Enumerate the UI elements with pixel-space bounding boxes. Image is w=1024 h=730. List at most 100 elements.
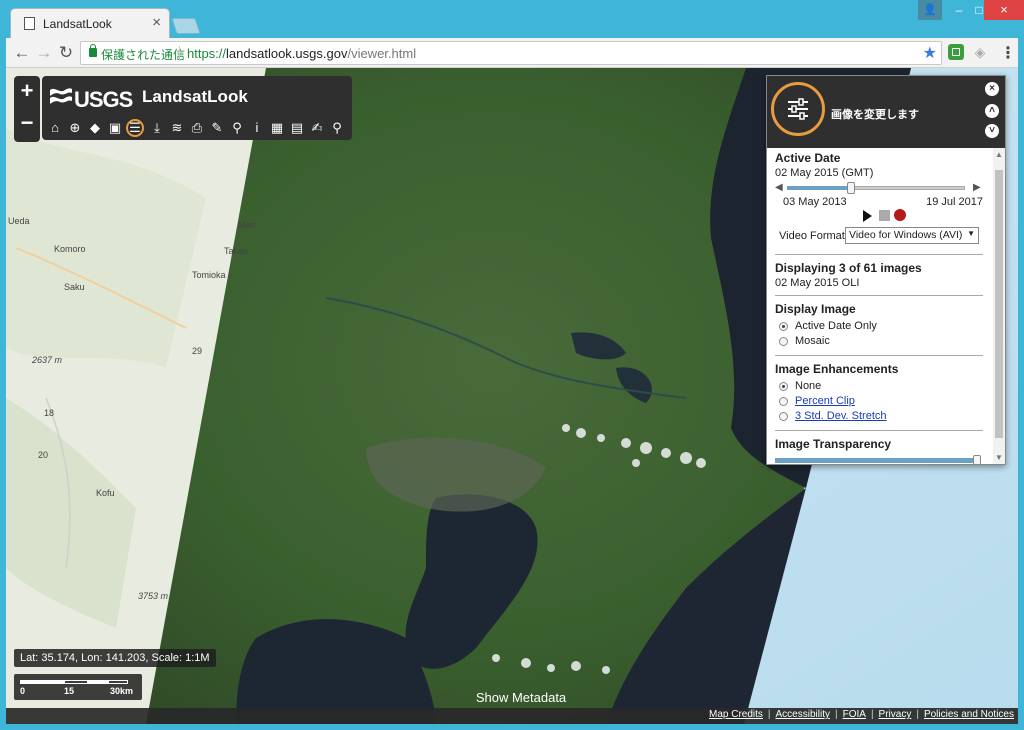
slider-handle[interactable] xyxy=(847,182,855,194)
radio-none[interactable]: None xyxy=(775,379,983,394)
panel-header: 画像を変更します × ˄ ˅ xyxy=(767,76,1005,148)
date-range: 03 May 2013 19 Jul 2017 xyxy=(775,194,983,222)
radio-button[interactable] xyxy=(779,322,788,331)
crosshair-icon[interactable]: ⊕ xyxy=(66,119,84,137)
stop-icon[interactable] xyxy=(879,210,890,221)
footer-separator: | xyxy=(834,709,838,720)
map-label: 3753 m xyxy=(138,591,169,601)
foia-link[interactable]: FOIA xyxy=(843,709,866,720)
image-settings-panel: 画像を変更します × ˄ ˅ Active Date 02 May 2015 (… xyxy=(766,75,1006,465)
map-label: Komoro xyxy=(54,244,86,254)
zoom-out-button[interactable]: − xyxy=(14,108,40,140)
policies-link[interactable]: Policies and Notices xyxy=(924,709,1014,720)
map-label: 29 xyxy=(192,346,202,356)
divider xyxy=(775,355,983,356)
slider-left-arrow-icon[interactable]: ◀ xyxy=(775,182,783,193)
tag-icon[interactable]: ◆ xyxy=(86,119,104,137)
video-format-label: Video Format: xyxy=(779,230,848,242)
display-image-heading: Display Image xyxy=(775,302,856,316)
browser-window: LandsatLook × 👤 – □ × ← → ↻ 保護された通信 http… xyxy=(0,0,1024,730)
record-icon[interactable] xyxy=(894,209,906,221)
panel-title: 画像を変更します xyxy=(831,109,919,121)
scroll-up-icon[interactable]: ▲ xyxy=(995,150,1003,159)
user-icon[interactable]: 👤 xyxy=(918,0,942,20)
tab-strip: LandsatLook × 👤 – □ × xyxy=(0,0,1024,38)
chevron-down-icon: ▼ xyxy=(967,229,975,238)
radio-active-date-only[interactable]: Active Date Only xyxy=(775,319,983,334)
transparency-slider[interactable] xyxy=(775,455,983,464)
browser-tab[interactable]: LandsatLook × xyxy=(10,8,170,38)
pencil-icon[interactable]: ✎ xyxy=(208,119,226,137)
divider xyxy=(775,430,983,431)
scale-bar: 0 15 30km xyxy=(14,674,142,700)
panel-up-button[interactable]: ˄ xyxy=(985,104,999,118)
map-label: 18 xyxy=(44,408,54,418)
map-label: Saku xyxy=(64,282,85,292)
home-icon[interactable]: ⌂ xyxy=(46,119,64,137)
zoom-control: + − xyxy=(14,76,40,142)
layers-icon[interactable]: ≋ xyxy=(168,119,186,137)
slider-track xyxy=(775,458,981,463)
std-dev-stretch-link[interactable]: 3 Std. Dev. Stretch xyxy=(795,410,887,422)
privacy-link[interactable]: Privacy xyxy=(879,709,912,720)
date-slider[interactable]: ◀ ▶ xyxy=(775,182,983,194)
map-credits-link[interactable]: Map Credits xyxy=(709,709,763,720)
radio-percent-clip[interactable]: Percent Clip xyxy=(775,394,983,409)
browser-toolbar: ← → ↻ 保護された通信 https://landsatlook.usgs.g… xyxy=(6,38,1018,68)
panel-down-button[interactable]: ˅ xyxy=(985,124,999,138)
footer-bar: Map Credits | Accessibility | FOIA | Pri… xyxy=(6,708,1018,724)
transparency-heading: Image Transparency xyxy=(775,437,892,451)
back-button[interactable]: ← xyxy=(12,43,32,63)
info-icon[interactable]: i xyxy=(248,119,266,137)
percent-clip-link[interactable]: Percent Clip xyxy=(795,395,855,407)
panel-scrollbar[interactable]: ▲ ▼ xyxy=(993,148,1005,464)
divider xyxy=(775,295,983,296)
edit-icon[interactable]: ✍ xyxy=(308,119,326,137)
slider-handle[interactable] xyxy=(973,455,981,464)
tool-bar: ⌂ ⊕ ◆ ▣ ☰ ⤓ ≋ ⎙ ✎ ⚲ i ▦ ▤ ✍ ⚲ xyxy=(42,116,352,140)
scroll-down-icon[interactable]: ▼ xyxy=(995,453,1003,462)
scroll-thumb[interactable] xyxy=(995,170,1003,438)
extension-icon[interactable] xyxy=(948,44,964,60)
download-icon[interactable]: ⤓ xyxy=(148,119,166,137)
lock-icon xyxy=(89,44,97,57)
radio-label: Active Date Only xyxy=(795,320,877,332)
search-icon[interactable]: ⚲ xyxy=(328,119,346,137)
radio-mosaic[interactable]: Mosaic xyxy=(775,334,983,349)
copy-icon[interactable]: ▣ xyxy=(106,119,124,137)
radio-button[interactable] xyxy=(779,382,788,391)
bookmark-star-icon[interactable]: ★ xyxy=(923,43,937,63)
radio-button[interactable] xyxy=(779,337,788,346)
new-tab-button[interactable] xyxy=(171,18,201,34)
sliders-icon[interactable]: ☰ xyxy=(126,119,144,137)
radio-button[interactable] xyxy=(779,412,788,421)
map-viewport[interactable]: Ueda Komoro Saku Tomioka Takas Mae Kofu … xyxy=(6,68,1018,724)
map-label: Takas xyxy=(224,246,248,256)
usgs-wave-icon xyxy=(50,88,72,104)
pin-icon[interactable]: ⚲ xyxy=(228,119,246,137)
reload-button[interactable]: ↻ xyxy=(56,43,76,63)
radio-std-dev-stretch[interactable]: 3 Std. Dev. Stretch xyxy=(775,409,983,424)
book-icon[interactable]: ▤ xyxy=(288,119,306,137)
url-text[interactable]: https://landsatlook.usgs.gov/viewer.html xyxy=(187,46,416,61)
close-window-button[interactable]: × xyxy=(984,0,1024,20)
accessibility-link[interactable]: Accessibility xyxy=(776,709,830,720)
video-format-select[interactable]: Video for Windows (AVI) ▼ xyxy=(845,227,979,244)
displaying-detail: 02 May 2015 OLI xyxy=(775,277,860,289)
play-icon[interactable] xyxy=(863,210,872,222)
print-icon[interactable]: ⎙ xyxy=(188,119,206,137)
address-bar[interactable]: 保護された通信 https://landsatlook.usgs.gov/vie… xyxy=(80,41,942,65)
radio-button[interactable] xyxy=(779,397,788,406)
dropbox-icon[interactable]: ◈ xyxy=(972,44,988,60)
footer-separator: | xyxy=(870,709,874,720)
forward-button[interactable]: → xyxy=(34,43,54,63)
zoom-in-button[interactable]: + xyxy=(14,76,40,108)
show-metadata-button[interactable]: Show Metadata xyxy=(446,690,596,705)
tab-close-icon[interactable]: × xyxy=(152,14,161,31)
stack-icon[interactable]: ▦ xyxy=(268,119,286,137)
displaying-heading: Displaying 3 of 61 images xyxy=(775,261,922,275)
scale-label: 15 xyxy=(64,686,75,696)
panel-close-button[interactable]: × xyxy=(985,82,999,96)
browser-menu-icon[interactable]: ⋮ xyxy=(1000,43,1016,63)
slider-right-arrow-icon[interactable]: ▶ xyxy=(973,182,981,193)
